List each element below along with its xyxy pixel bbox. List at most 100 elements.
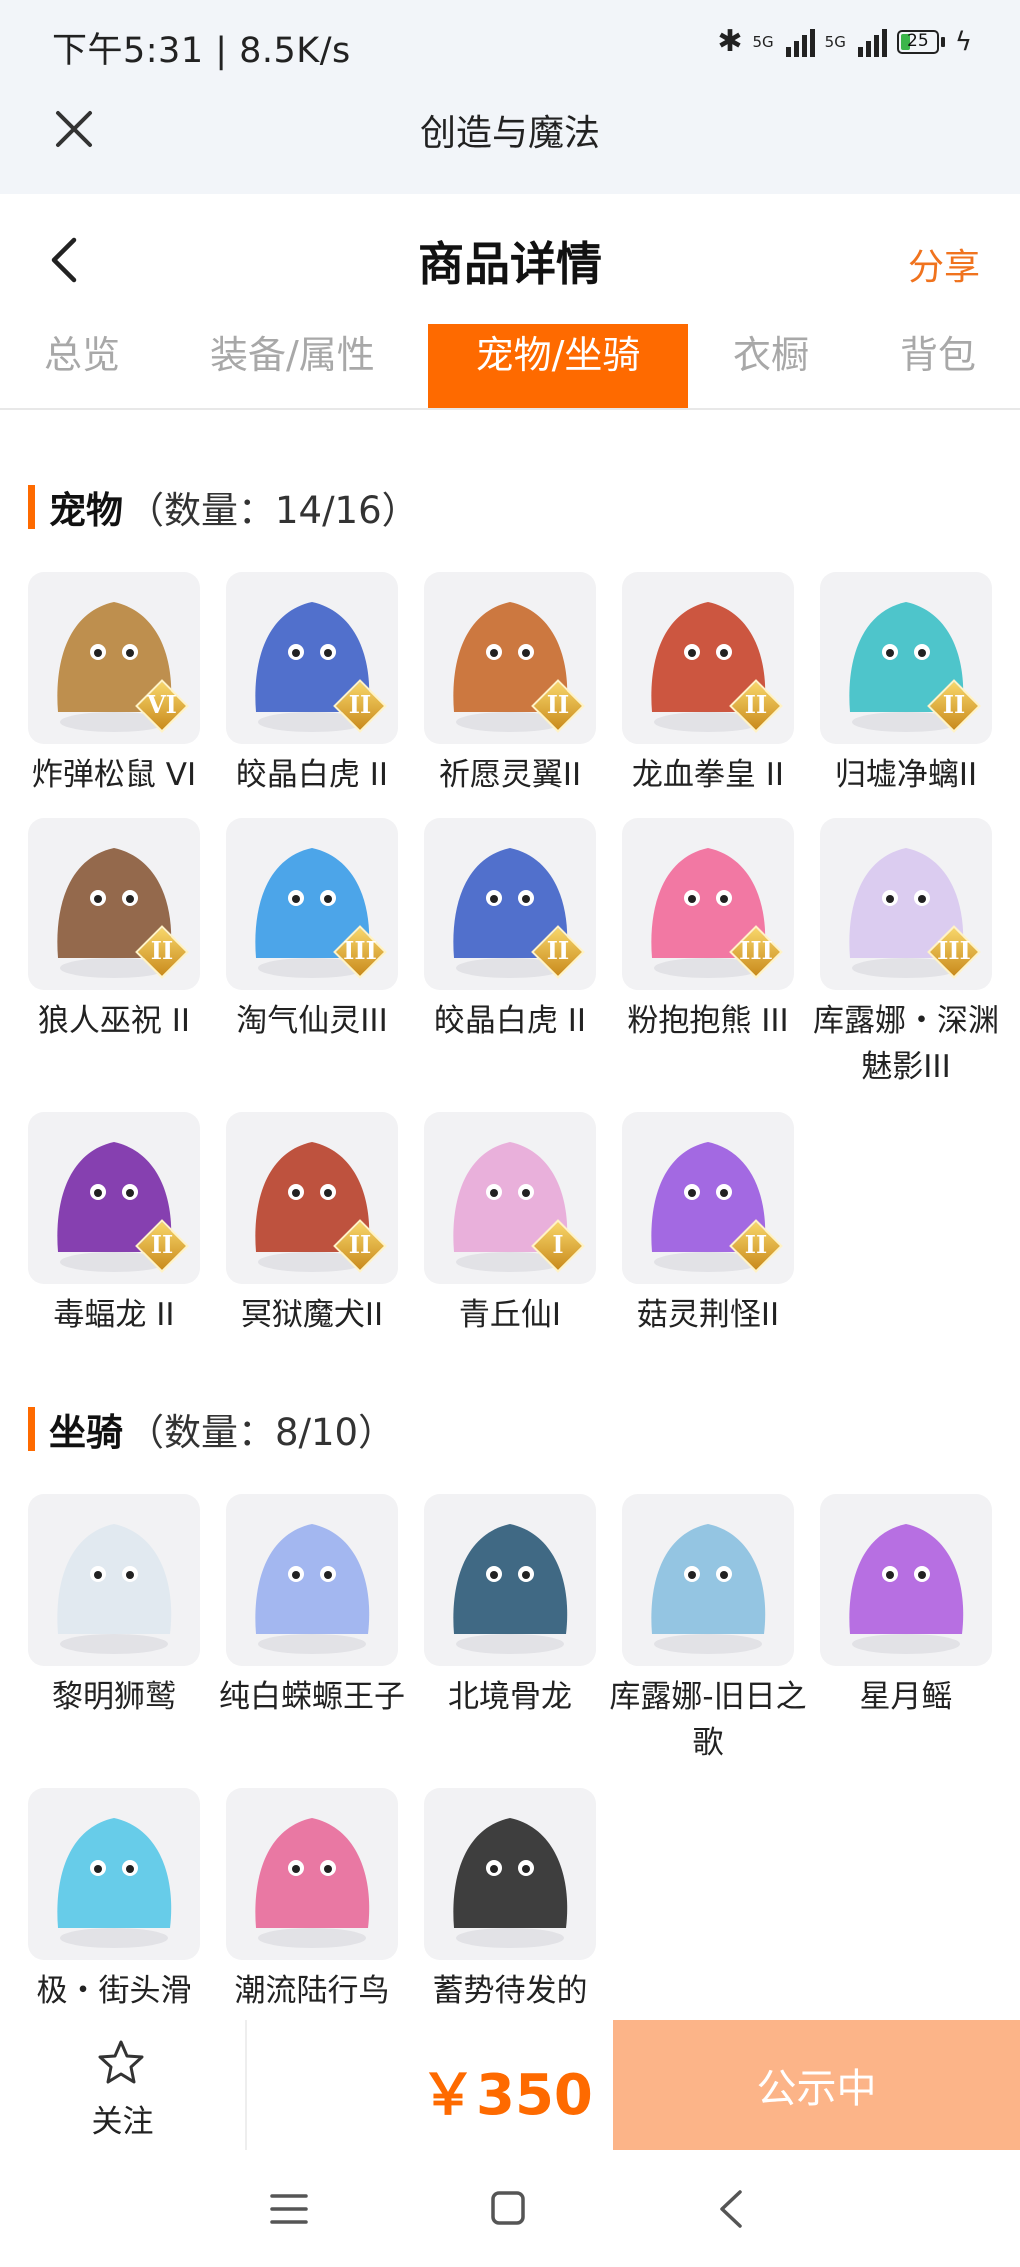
- price: ￥350: [420, 2063, 593, 2128]
- menu-icon[interactable]: [270, 2192, 308, 2226]
- item-name: 粉抱抱熊 III: [627, 1003, 789, 1039]
- signal-icon: [857, 27, 887, 57]
- status-time: 下午5:31 | 8.5K/s: [52, 31, 351, 71]
- list-item[interactable]: 北境骨龙: [424, 1494, 596, 1720]
- item-thumbnail: [226, 1494, 398, 1666]
- list-item[interactable]: II 冥狱魔犬II: [226, 1112, 398, 1338]
- follow-button[interactable]: 关注: [0, 2020, 247, 2150]
- grade-badge: II: [729, 1219, 783, 1273]
- list-item[interactable]: I 青丘仙I: [424, 1112, 596, 1338]
- list-item[interactable]: II 祈愿灵翼II: [424, 572, 596, 798]
- item-name: 冥狱魔犬II: [240, 1297, 384, 1333]
- item-name: 菇灵荆怪II: [636, 1297, 780, 1333]
- item-thumbnail: [226, 1788, 398, 1960]
- item-thumbnail: VI: [28, 572, 200, 744]
- item-name: 龙血拳皇 II: [631, 757, 785, 793]
- list-item[interactable]: II 龙血拳皇 II: [622, 572, 794, 798]
- item-thumbnail: II: [622, 572, 794, 744]
- tab-backpack[interactable]: 背包: [900, 324, 976, 408]
- list-item[interactable]: 黎明狮鹫: [28, 1494, 200, 1720]
- list-item[interactable]: 纯白蝾螈王子: [219, 1494, 405, 1720]
- item-name: 库露娜・深渊魅影III: [813, 1003, 999, 1085]
- item-name: 纯白蝾螈王子: [219, 1679, 405, 1715]
- creature-image-icon: [57, 1818, 172, 1948]
- signal-icon: [785, 27, 815, 57]
- item-thumbnail: II: [424, 572, 596, 744]
- item-name: 祈愿灵翼II: [438, 757, 582, 793]
- tab-overview[interactable]: 总览: [44, 324, 120, 408]
- list-item[interactable]: 极・街头滑: [28, 1788, 200, 2014]
- item-thumbnail: [424, 1494, 596, 1666]
- item-thumbnail: [28, 1494, 200, 1666]
- grade-badge: II: [531, 925, 585, 979]
- battery-icon: 25: [896, 29, 945, 54]
- list-item[interactable]: III 淘气仙灵III: [226, 818, 398, 1044]
- list-item[interactable]: II 归墟净螭II: [820, 572, 992, 798]
- item-thumbnail: II: [424, 818, 596, 990]
- item-name: 毒蝠龙 II: [53, 1297, 175, 1333]
- status-button[interactable]: 公示中: [613, 2020, 1020, 2150]
- list-item[interactable]: 潮流陆行鸟: [226, 1788, 398, 2014]
- item-thumbnail: II: [226, 572, 398, 744]
- bluetooth-icon: ✱: [717, 24, 743, 59]
- grade-badge: III: [927, 925, 981, 979]
- item-thumbnail: III: [226, 818, 398, 990]
- creature-image-icon: [453, 1818, 568, 1948]
- item-name: 库露娜-旧日之歌: [609, 1679, 807, 1761]
- grade-badge: III: [729, 925, 783, 979]
- home-icon[interactable]: [490, 2190, 526, 2226]
- grade-badge: II: [729, 679, 783, 733]
- item-name: 皎晶白虎 II: [433, 1003, 587, 1039]
- item-thumbnail: [424, 1788, 596, 1960]
- list-item[interactable]: VI 炸弹松鼠 VI: [28, 572, 200, 798]
- list-item[interactable]: II 狼人巫祝 II: [28, 818, 200, 1044]
- item-name: 北境骨龙: [448, 1679, 572, 1715]
- list-item[interactable]: 蓄势待发的: [424, 1788, 596, 2014]
- grade-badge: I: [531, 1219, 585, 1273]
- item-thumbnail: I: [424, 1112, 596, 1284]
- grade-badge: II: [333, 1219, 387, 1273]
- item-name: 黎明狮鹫: [52, 1679, 176, 1715]
- section-accent-bar: [28, 1407, 35, 1451]
- list-item[interactable]: II 菇灵荆怪II: [622, 1112, 794, 1338]
- page-title: 商品详情: [418, 237, 602, 291]
- mounts-section-title: 坐骑 （数量：8/10）: [28, 1404, 395, 1454]
- creature-image-icon: [255, 1524, 370, 1654]
- section-count: （数量：8/10）: [127, 1411, 396, 1454]
- item-name: 炸弹松鼠 VI: [31, 757, 197, 793]
- app-title: 创造与魔法: [419, 113, 600, 154]
- share-button[interactable]: 分享: [908, 238, 980, 290]
- item-name: 蓄势待发的: [432, 1973, 588, 2009]
- network-label: 5G: [752, 32, 774, 51]
- grade-badge: III: [333, 925, 387, 979]
- item-thumbnail: [622, 1494, 794, 1666]
- star-icon: [98, 2040, 144, 2084]
- action-bar: 关注 ￥350 公示中: [0, 2020, 1020, 2150]
- list-item[interactable]: III 库露娜・深渊魅影III: [813, 818, 999, 1090]
- item-thumbnail: II: [226, 1112, 398, 1284]
- item-thumbnail: [820, 1494, 992, 1666]
- item-name: 星月鳐: [859, 1679, 953, 1715]
- item-name: 皎晶白虎 II: [235, 757, 389, 793]
- grade-badge: VI: [135, 679, 189, 733]
- pets-section-title: 宠物 （数量：14/16）: [28, 482, 419, 532]
- tab-pets-mounts[interactable]: 宠物/坐骑: [428, 324, 688, 408]
- grade-badge: II: [333, 679, 387, 733]
- list-item[interactable]: II 毒蝠龙 II: [28, 1112, 200, 1338]
- tab-equipment[interactable]: 装备/属性: [210, 324, 375, 408]
- grade-badge: II: [135, 1219, 189, 1273]
- list-item[interactable]: 库露娜-旧日之歌: [609, 1494, 807, 1766]
- tab-wardrobe[interactable]: 衣橱: [733, 324, 809, 408]
- follow-label: 关注: [91, 2104, 154, 2140]
- item-name: 淘气仙灵III: [236, 1003, 388, 1039]
- section-name: 宠物: [49, 489, 123, 532]
- back-icon[interactable]: [716, 2188, 744, 2230]
- grade-badge: II: [135, 925, 189, 979]
- list-item[interactable]: II 皎晶白虎 II: [226, 572, 398, 798]
- list-item[interactable]: III 粉抱抱熊 III: [622, 818, 794, 1044]
- list-item[interactable]: II 皎晶白虎 II: [424, 818, 596, 1044]
- tab-bar: 总览 装备/属性 宠物/坐骑 衣橱 背包: [0, 324, 1020, 410]
- creature-image-icon: [651, 1524, 766, 1654]
- list-item[interactable]: 星月鳐: [820, 1494, 992, 1720]
- item-thumbnail: II: [28, 1112, 200, 1284]
